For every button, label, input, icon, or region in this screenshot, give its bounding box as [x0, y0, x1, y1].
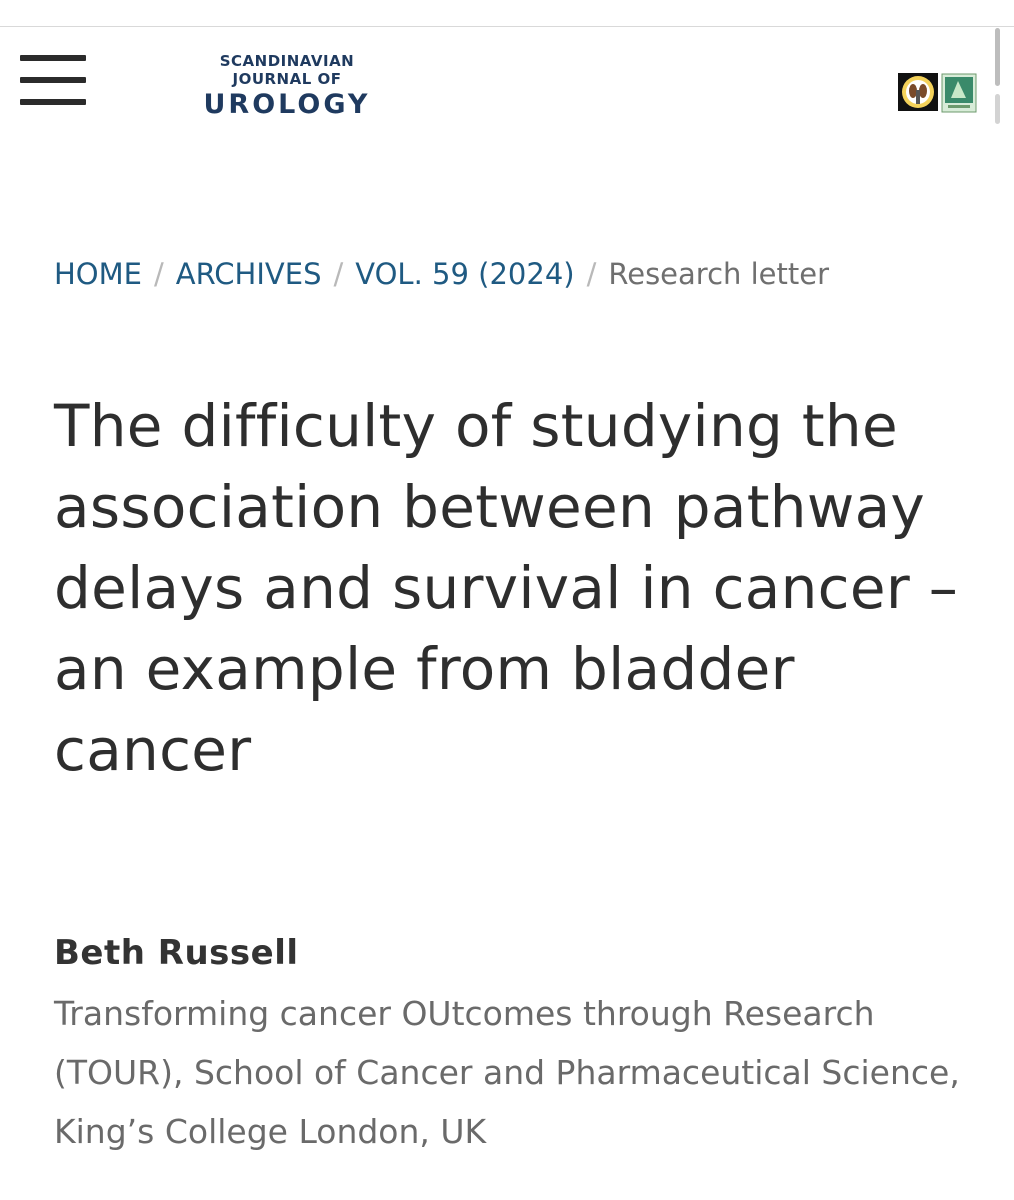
society-emblem-logo — [941, 73, 977, 113]
breadcrumb-separator: / — [153, 257, 164, 291]
logo-line-journal-of: JOURNAL OF — [232, 70, 342, 88]
breadcrumb: HOME / ARCHIVES / VOL. 59 (2024) / Research le… — [54, 254, 829, 294]
breadcrumb-separator: / — [333, 257, 344, 291]
breadcrumb-separator: / — [586, 257, 597, 291]
society-logos[interactable] — [896, 72, 980, 114]
hamburger-menu-icon[interactable] — [20, 53, 88, 109]
menu-bar — [20, 77, 86, 83]
society-seal-logo — [898, 73, 938, 111]
logo-line-urology: UROLOGY — [203, 89, 371, 120]
article-title: The difficulty of studying the associati… — [54, 392, 959, 784]
header-top-divider — [0, 26, 1014, 27]
author-name: Beth Russell — [54, 933, 299, 973]
menu-bar — [20, 99, 86, 105]
journal-logo-link[interactable]: SCANDINAVIAN JOURNAL OF UROLOGY — [192, 51, 382, 123]
author-affiliation: Transforming cancer OUtcomes through Res… — [54, 994, 960, 1151]
breadcrumb-home-link[interactable]: HOME — [54, 257, 142, 291]
breadcrumb-archives-link[interactable]: ARCHIVES — [176, 257, 322, 291]
breadcrumb-volume-link[interactable]: VOL. 59 (2024) — [355, 257, 574, 291]
menu-bar — [20, 55, 86, 61]
breadcrumb-current: Research letter — [608, 257, 830, 291]
logo-line-scandinavian: SCANDINAVIAN — [219, 52, 355, 70]
scrollbar-thumb-lower[interactable] — [995, 94, 1000, 124]
scrollbar-thumb[interactable] — [995, 28, 1000, 86]
article-page: SCANDINAVIAN JOURNAL OF UROLOGY HOME / ARC… — [0, 0, 1014, 1200]
